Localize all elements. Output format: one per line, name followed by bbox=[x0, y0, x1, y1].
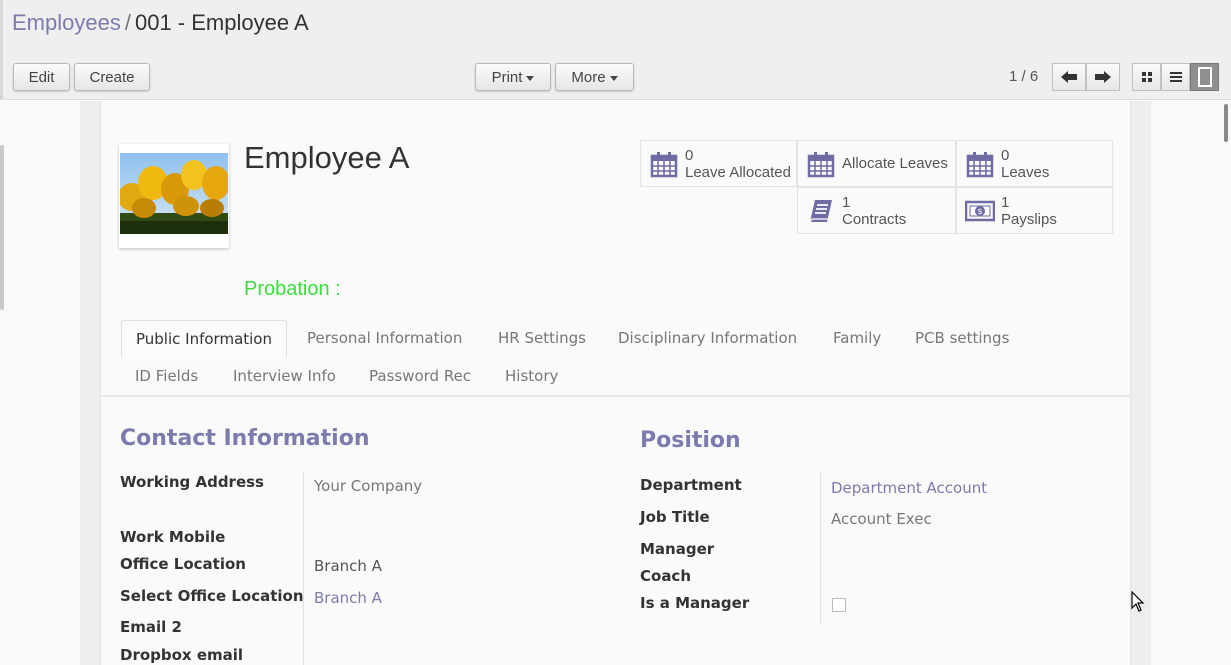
arrow-left-icon bbox=[1061, 71, 1077, 83]
more-dropdown-button[interactable]: More bbox=[555, 63, 634, 91]
is-a-manager-checkbox[interactable] bbox=[832, 598, 846, 612]
calendar-icon bbox=[965, 149, 995, 179]
stat-label: Allocate Leaves bbox=[842, 155, 948, 172]
employee-name: Employee A bbox=[244, 140, 410, 175]
list-view-icon bbox=[1169, 72, 1182, 82]
create-button-label: Create bbox=[89, 68, 135, 86]
stat-label: Contracts bbox=[842, 210, 907, 228]
working-address-value[interactable]: Your Company bbox=[314, 477, 422, 495]
select-office-location-label: Select Office Location bbox=[120, 587, 304, 605]
stat-button-payslips[interactable]: $ 1 Payslips bbox=[956, 187, 1113, 234]
list-view-button[interactable] bbox=[1161, 63, 1190, 91]
stat-value: 0 bbox=[685, 146, 694, 164]
stat-value: 1 bbox=[1001, 193, 1010, 211]
scrollbar[interactable] bbox=[1224, 104, 1228, 142]
arrow-right-icon bbox=[1095, 71, 1111, 83]
tab-password-rec[interactable]: Password Rec bbox=[355, 358, 485, 395]
sheet-gutter-left bbox=[80, 101, 100, 665]
tabs-divider bbox=[101, 395, 1130, 397]
breadcrumb: Employees/001 - Employee A bbox=[12, 10, 309, 36]
book-icon bbox=[806, 196, 836, 226]
tulips-image bbox=[120, 153, 228, 234]
tab-personal-information[interactable]: Personal Information bbox=[293, 320, 476, 357]
work-mobile-label: Work Mobile bbox=[120, 528, 226, 546]
breadcrumb-separator: / bbox=[124, 10, 131, 35]
employee-photo[interactable] bbox=[119, 144, 229, 248]
tab-interview-info[interactable]: Interview Info bbox=[219, 358, 350, 395]
pager-previous-button[interactable] bbox=[1052, 63, 1086, 91]
stat-button-contracts[interactable]: 1 Contracts bbox=[797, 187, 956, 234]
tab-family[interactable]: Family bbox=[819, 320, 895, 357]
contact-divider bbox=[303, 472, 304, 665]
job-title-label: Job Title bbox=[640, 508, 710, 526]
svg-text:$: $ bbox=[977, 207, 982, 216]
edit-button-label: Edit bbox=[28, 68, 55, 86]
office-location-value: Branch A bbox=[314, 557, 382, 575]
select-office-location-value[interactable]: Branch A bbox=[314, 589, 382, 607]
pager-buttons bbox=[1052, 63, 1120, 91]
pager-next-button[interactable] bbox=[1086, 63, 1120, 91]
department-label: Department bbox=[640, 476, 742, 494]
form-view-button[interactable] bbox=[1190, 63, 1219, 91]
money-icon: $ bbox=[965, 196, 995, 226]
probation-label: Probation : bbox=[244, 278, 341, 300]
stat-label: Payslips bbox=[1001, 210, 1057, 228]
stat-label: Leaves bbox=[1001, 163, 1050, 181]
left-edge-handle bbox=[0, 145, 4, 310]
more-button-label: More bbox=[571, 68, 606, 86]
edit-button[interactable]: Edit bbox=[13, 63, 70, 91]
position-divider bbox=[820, 472, 821, 624]
working-address-label: Working Address bbox=[120, 473, 264, 491]
form-view-icon bbox=[1197, 67, 1212, 87]
tab-history[interactable]: History bbox=[491, 358, 572, 395]
position-title: Position bbox=[640, 428, 741, 453]
pager-value[interactable]: 1 / 6 bbox=[1009, 68, 1038, 85]
mouse-cursor-icon bbox=[1131, 591, 1145, 612]
department-value[interactable]: Department Account bbox=[831, 479, 987, 497]
tab-id-fields[interactable]: ID Fields bbox=[121, 358, 212, 395]
coach-label: Coach bbox=[640, 567, 692, 585]
kanban-view-icon bbox=[1141, 72, 1152, 82]
breadcrumb-current: 001 - Employee A bbox=[134, 10, 309, 35]
calendar-icon bbox=[806, 149, 836, 179]
stat-label: Leave Allocated bbox=[685, 163, 791, 181]
is-a-manager-label: Is a Manager bbox=[640, 594, 750, 612]
tab-pcb-settings[interactable]: PCB settings bbox=[901, 320, 1023, 357]
kanban-view-button[interactable] bbox=[1132, 63, 1161, 91]
tab-hr-settings[interactable]: HR Settings bbox=[484, 320, 600, 357]
stat-button-leave-allocated[interactable]: 0 Leave Allocated bbox=[640, 140, 797, 187]
print-dropdown-button[interactable]: Print bbox=[475, 63, 551, 91]
calendar-icon bbox=[649, 149, 679, 179]
caret-down-icon bbox=[609, 75, 618, 81]
office-location-label: Office Location bbox=[120, 555, 246, 573]
stat-value: 1 bbox=[842, 193, 851, 211]
create-button[interactable]: Create bbox=[74, 63, 150, 91]
email-2-label: Email 2 bbox=[120, 618, 182, 636]
breadcrumb-employees-link[interactable]: Employees bbox=[12, 10, 121, 35]
dropbox-email-label: Dropbox email bbox=[120, 646, 244, 664]
manager-label: Manager bbox=[640, 540, 715, 558]
job-title-value: Account Exec bbox=[831, 510, 932, 528]
caret-down-icon bbox=[526, 75, 535, 81]
stat-value: 0 bbox=[1001, 146, 1010, 164]
stat-button-allocate-leaves[interactable]: Allocate Leaves bbox=[797, 140, 956, 187]
tab-disciplinary-information[interactable]: Disciplinary Information bbox=[604, 320, 811, 357]
print-button-label: Print bbox=[491, 68, 523, 86]
sheet-gutter-right bbox=[1131, 101, 1151, 665]
view-switcher bbox=[1132, 63, 1219, 91]
contact-information-title: Contact Information bbox=[120, 426, 370, 451]
tab-public-information[interactable]: Public Information bbox=[121, 320, 287, 357]
stat-button-leaves[interactable]: 0 Leaves bbox=[956, 140, 1113, 187]
